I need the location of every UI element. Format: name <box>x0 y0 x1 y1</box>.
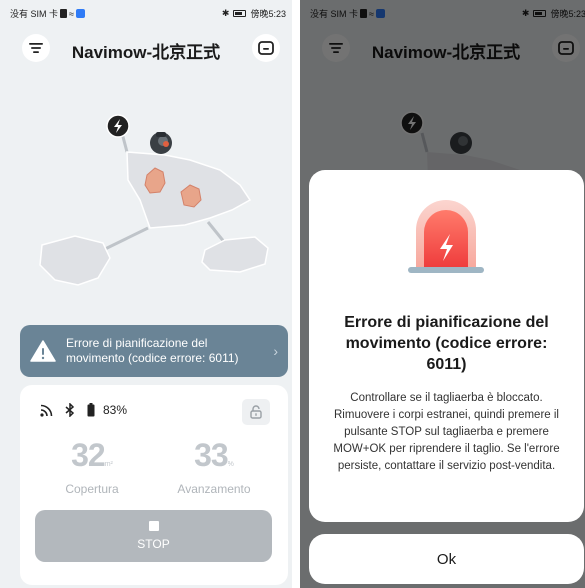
carrier-text: 没有 SIM 卡 <box>10 9 59 19</box>
page-title: Navimow-北京正式 <box>71 43 221 62</box>
path-left <box>102 226 149 252</box>
unlock-icon <box>250 405 262 419</box>
battery-icon <box>87 403 95 417</box>
mower-status-card: 83% 32m² Copertura 33% Avanzamento STOP <box>20 385 288 585</box>
error-banner[interactable]: Errore di pianificazione del movimento (… <box>20 325 288 377</box>
left-zone[interactable] <box>39 235 111 286</box>
coverage-stat: 32m² Copertura <box>42 437 142 496</box>
warning-icon <box>30 340 56 362</box>
app-badge-icon <box>75 9 85 18</box>
dialog-screen: 没有 SIM 卡 ≈ ✱ 傍晚5:23 Navimow-北京正式 <box>300 0 585 588</box>
status-left: 没有 SIM 卡 ≈ <box>10 7 85 20</box>
main-screen: 没有 SIM 卡 ≈ ✱ 傍晚5:23 Navimow-北京正式 Errore … <box>0 0 292 588</box>
coverage-value: 32 <box>71 437 106 473</box>
battery-percent: 83% <box>103 403 128 417</box>
progress-value: 33 <box>194 437 229 473</box>
dialog-message: Controllare se il tagliaerba è bloccato.… <box>333 392 560 472</box>
progress-unit: % <box>227 461 234 468</box>
wifi-icon: ≈ <box>69 8 74 19</box>
right-zone[interactable] <box>201 236 269 273</box>
signal-icon <box>40 404 53 417</box>
progress-label: Avanzamento <box>177 482 251 496</box>
stop-button[interactable]: STOP <box>35 510 272 562</box>
stop-icon <box>148 521 159 531</box>
bluetooth-icon <box>65 403 75 417</box>
coverage-unit: m² <box>104 461 113 468</box>
progress-stat: 33% Avanzamento <box>164 437 264 496</box>
screen-icon <box>258 41 274 55</box>
screen-button[interactable] <box>252 34 280 62</box>
battery-status-icon <box>233 10 247 17</box>
stop-label: STOP <box>137 537 170 551</box>
lock-button[interactable] <box>242 399 270 425</box>
status-bar: 没有 SIM 卡 ≈ ✱ 傍晚5:23 <box>0 0 292 24</box>
error-dialog: Errore di pianificazione del movimento (… <box>309 170 584 522</box>
chevron-right-icon: › <box>273 343 278 359</box>
coverage-label: Copertura <box>65 482 119 496</box>
error-banner-message: Errore di pianificazione del movimento (… <box>66 336 239 365</box>
sim-icon <box>60 9 68 18</box>
ok-button[interactable]: Ok <box>309 534 584 584</box>
connectivity-row: 83% <box>40 403 127 417</box>
alarm-light-icon <box>408 200 484 273</box>
dialog-title: Errore di pianificazione del movimento (… <box>344 314 549 373</box>
mower-icon[interactable] <box>150 132 172 154</box>
clock: 傍晚5:23 <box>250 9 286 19</box>
charging-station-icon[interactable] <box>106 114 130 138</box>
app-header: Navimow-北京正式 <box>0 32 292 66</box>
bluetooth-status-icon: ✱ <box>221 8 230 18</box>
path-right <box>206 221 227 244</box>
lawn-map[interactable] <box>0 90 292 300</box>
status-right: ✱ 傍晚5:23 <box>222 7 286 20</box>
